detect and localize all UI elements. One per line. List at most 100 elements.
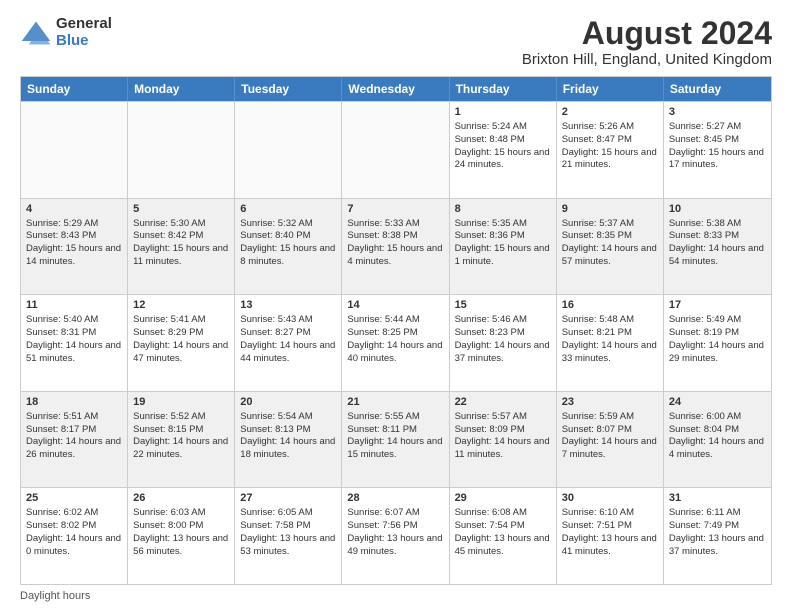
day-info: Sunrise: 6:07 AM [347,507,443,520]
day-info: Daylight: 14 hours and 22 minutes. [133,436,229,462]
day-info: Daylight: 13 hours and 37 minutes. [669,533,766,559]
calendar-cell: 29Sunrise: 6:08 AMSunset: 7:54 PMDayligh… [450,488,557,584]
calendar-body: 1Sunrise: 5:24 AMSunset: 8:48 PMDaylight… [21,101,771,584]
day-info: Sunset: 8:15 PM [133,424,229,437]
header: General Blue August 2024 Brixton Hill, E… [20,16,772,68]
day-info: Sunrise: 6:08 AM [455,507,551,520]
calendar-header-day: Thursday [450,77,557,101]
day-number: 27 [240,491,336,506]
day-info: Daylight: 13 hours and 41 minutes. [562,533,658,559]
day-info: Sunrise: 5:57 AM [455,411,551,424]
day-info: Sunset: 8:04 PM [669,424,766,437]
day-info: Sunset: 7:49 PM [669,520,766,533]
day-info: Sunrise: 6:10 AM [562,507,658,520]
calendar-header-row: SundayMondayTuesdayWednesdayThursdayFrid… [21,77,771,101]
day-info: Sunset: 8:00 PM [133,520,229,533]
day-number: 18 [26,395,122,410]
calendar-week: 1Sunrise: 5:24 AMSunset: 8:48 PMDaylight… [21,101,771,198]
day-info: Sunrise: 5:40 AM [26,314,122,327]
calendar-cell [342,102,449,198]
calendar-cell: 26Sunrise: 6:03 AMSunset: 8:00 PMDayligh… [128,488,235,584]
day-info: Daylight: 13 hours and 53 minutes. [240,533,336,559]
day-info: Sunrise: 5:55 AM [347,411,443,424]
day-info: Sunset: 8:13 PM [240,424,336,437]
day-number: 2 [562,105,658,120]
day-info: Sunrise: 6:00 AM [669,411,766,424]
day-info: Sunset: 8:43 PM [26,230,122,243]
calendar-cell [128,102,235,198]
day-info: Sunset: 8:45 PM [669,134,766,147]
day-info: Daylight: 14 hours and 11 minutes. [455,436,551,462]
calendar-header-day: Monday [128,77,235,101]
day-number: 28 [347,491,443,506]
day-info: Sunset: 7:54 PM [455,520,551,533]
day-info: Sunset: 8:31 PM [26,327,122,340]
calendar-week: 25Sunrise: 6:02 AMSunset: 8:02 PMDayligh… [21,487,771,584]
day-number: 30 [562,491,658,506]
day-info: Daylight: 14 hours and 7 minutes. [562,436,658,462]
day-number: 16 [562,298,658,313]
day-info: Sunrise: 5:51 AM [26,411,122,424]
day-info: Daylight: 13 hours and 56 minutes. [133,533,229,559]
day-info: Sunrise: 6:02 AM [26,507,122,520]
day-info: Sunrise: 5:37 AM [562,218,658,231]
day-number: 20 [240,395,336,410]
day-info: Sunrise: 5:35 AM [455,218,551,231]
calendar-cell: 7Sunrise: 5:33 AMSunset: 8:38 PMDaylight… [342,199,449,295]
day-number: 1 [455,105,551,120]
day-info: Daylight: 14 hours and 29 minutes. [669,340,766,366]
day-info: Sunrise: 5:41 AM [133,314,229,327]
day-info: Daylight: 13 hours and 45 minutes. [455,533,551,559]
day-number: 4 [26,202,122,217]
day-info: Daylight: 15 hours and 4 minutes. [347,243,443,269]
day-info: Sunrise: 6:03 AM [133,507,229,520]
calendar-cell [21,102,128,198]
day-info: Sunset: 8:02 PM [26,520,122,533]
title-block: August 2024 Brixton Hill, England, Unite… [522,16,772,68]
day-info: Daylight: 15 hours and 11 minutes. [133,243,229,269]
calendar-cell: 28Sunrise: 6:07 AMSunset: 7:56 PMDayligh… [342,488,449,584]
day-info: Daylight: 14 hours and 26 minutes. [26,436,122,462]
calendar-cell: 16Sunrise: 5:48 AMSunset: 8:21 PMDayligh… [557,295,664,391]
day-info: Sunset: 8:09 PM [455,424,551,437]
day-info: Sunset: 7:56 PM [347,520,443,533]
calendar-cell [235,102,342,198]
calendar-header-day: Sunday [21,77,128,101]
calendar-cell: 19Sunrise: 5:52 AMSunset: 8:15 PMDayligh… [128,392,235,488]
calendar-header-day: Friday [557,77,664,101]
calendar-cell: 6Sunrise: 5:32 AMSunset: 8:40 PMDaylight… [235,199,342,295]
day-number: 15 [455,298,551,313]
day-info: Sunset: 8:36 PM [455,230,551,243]
logo-icon [20,19,52,47]
calendar-cell: 10Sunrise: 5:38 AMSunset: 8:33 PMDayligh… [664,199,771,295]
calendar-cell: 17Sunrise: 5:49 AMSunset: 8:19 PMDayligh… [664,295,771,391]
day-info: Sunset: 8:19 PM [669,327,766,340]
day-info: Daylight: 14 hours and 0 minutes. [26,533,122,559]
calendar-cell: 11Sunrise: 5:40 AMSunset: 8:31 PMDayligh… [21,295,128,391]
day-info: Sunset: 8:23 PM [455,327,551,340]
day-info: Daylight: 14 hours and 44 minutes. [240,340,336,366]
day-info: Sunrise: 5:44 AM [347,314,443,327]
calendar-cell: 8Sunrise: 5:35 AMSunset: 8:36 PMDaylight… [450,199,557,295]
day-number: 12 [133,298,229,313]
day-info: Sunset: 8:35 PM [562,230,658,243]
calendar: SundayMondayTuesdayWednesdayThursdayFrid… [20,76,772,585]
day-number: 3 [669,105,766,120]
day-info: Daylight: 14 hours and 54 minutes. [669,243,766,269]
calendar-cell: 27Sunrise: 6:05 AMSunset: 7:58 PMDayligh… [235,488,342,584]
day-info: Sunset: 8:27 PM [240,327,336,340]
calendar-cell: 14Sunrise: 5:44 AMSunset: 8:25 PMDayligh… [342,295,449,391]
logo-text: General Blue [56,16,112,49]
day-info: Daylight: 15 hours and 14 minutes. [26,243,122,269]
day-info: Daylight: 15 hours and 24 minutes. [455,147,551,173]
day-info: Sunset: 8:17 PM [26,424,122,437]
day-info: Sunset: 8:07 PM [562,424,658,437]
calendar-cell: 20Sunrise: 5:54 AMSunset: 8:13 PMDayligh… [235,392,342,488]
day-info: Sunrise: 5:48 AM [562,314,658,327]
day-info: Sunset: 8:29 PM [133,327,229,340]
calendar-cell: 23Sunrise: 5:59 AMSunset: 8:07 PMDayligh… [557,392,664,488]
day-info: Sunrise: 5:43 AM [240,314,336,327]
day-number: 13 [240,298,336,313]
day-info: Sunrise: 6:05 AM [240,507,336,520]
calendar-week: 18Sunrise: 5:51 AMSunset: 8:17 PMDayligh… [21,391,771,488]
